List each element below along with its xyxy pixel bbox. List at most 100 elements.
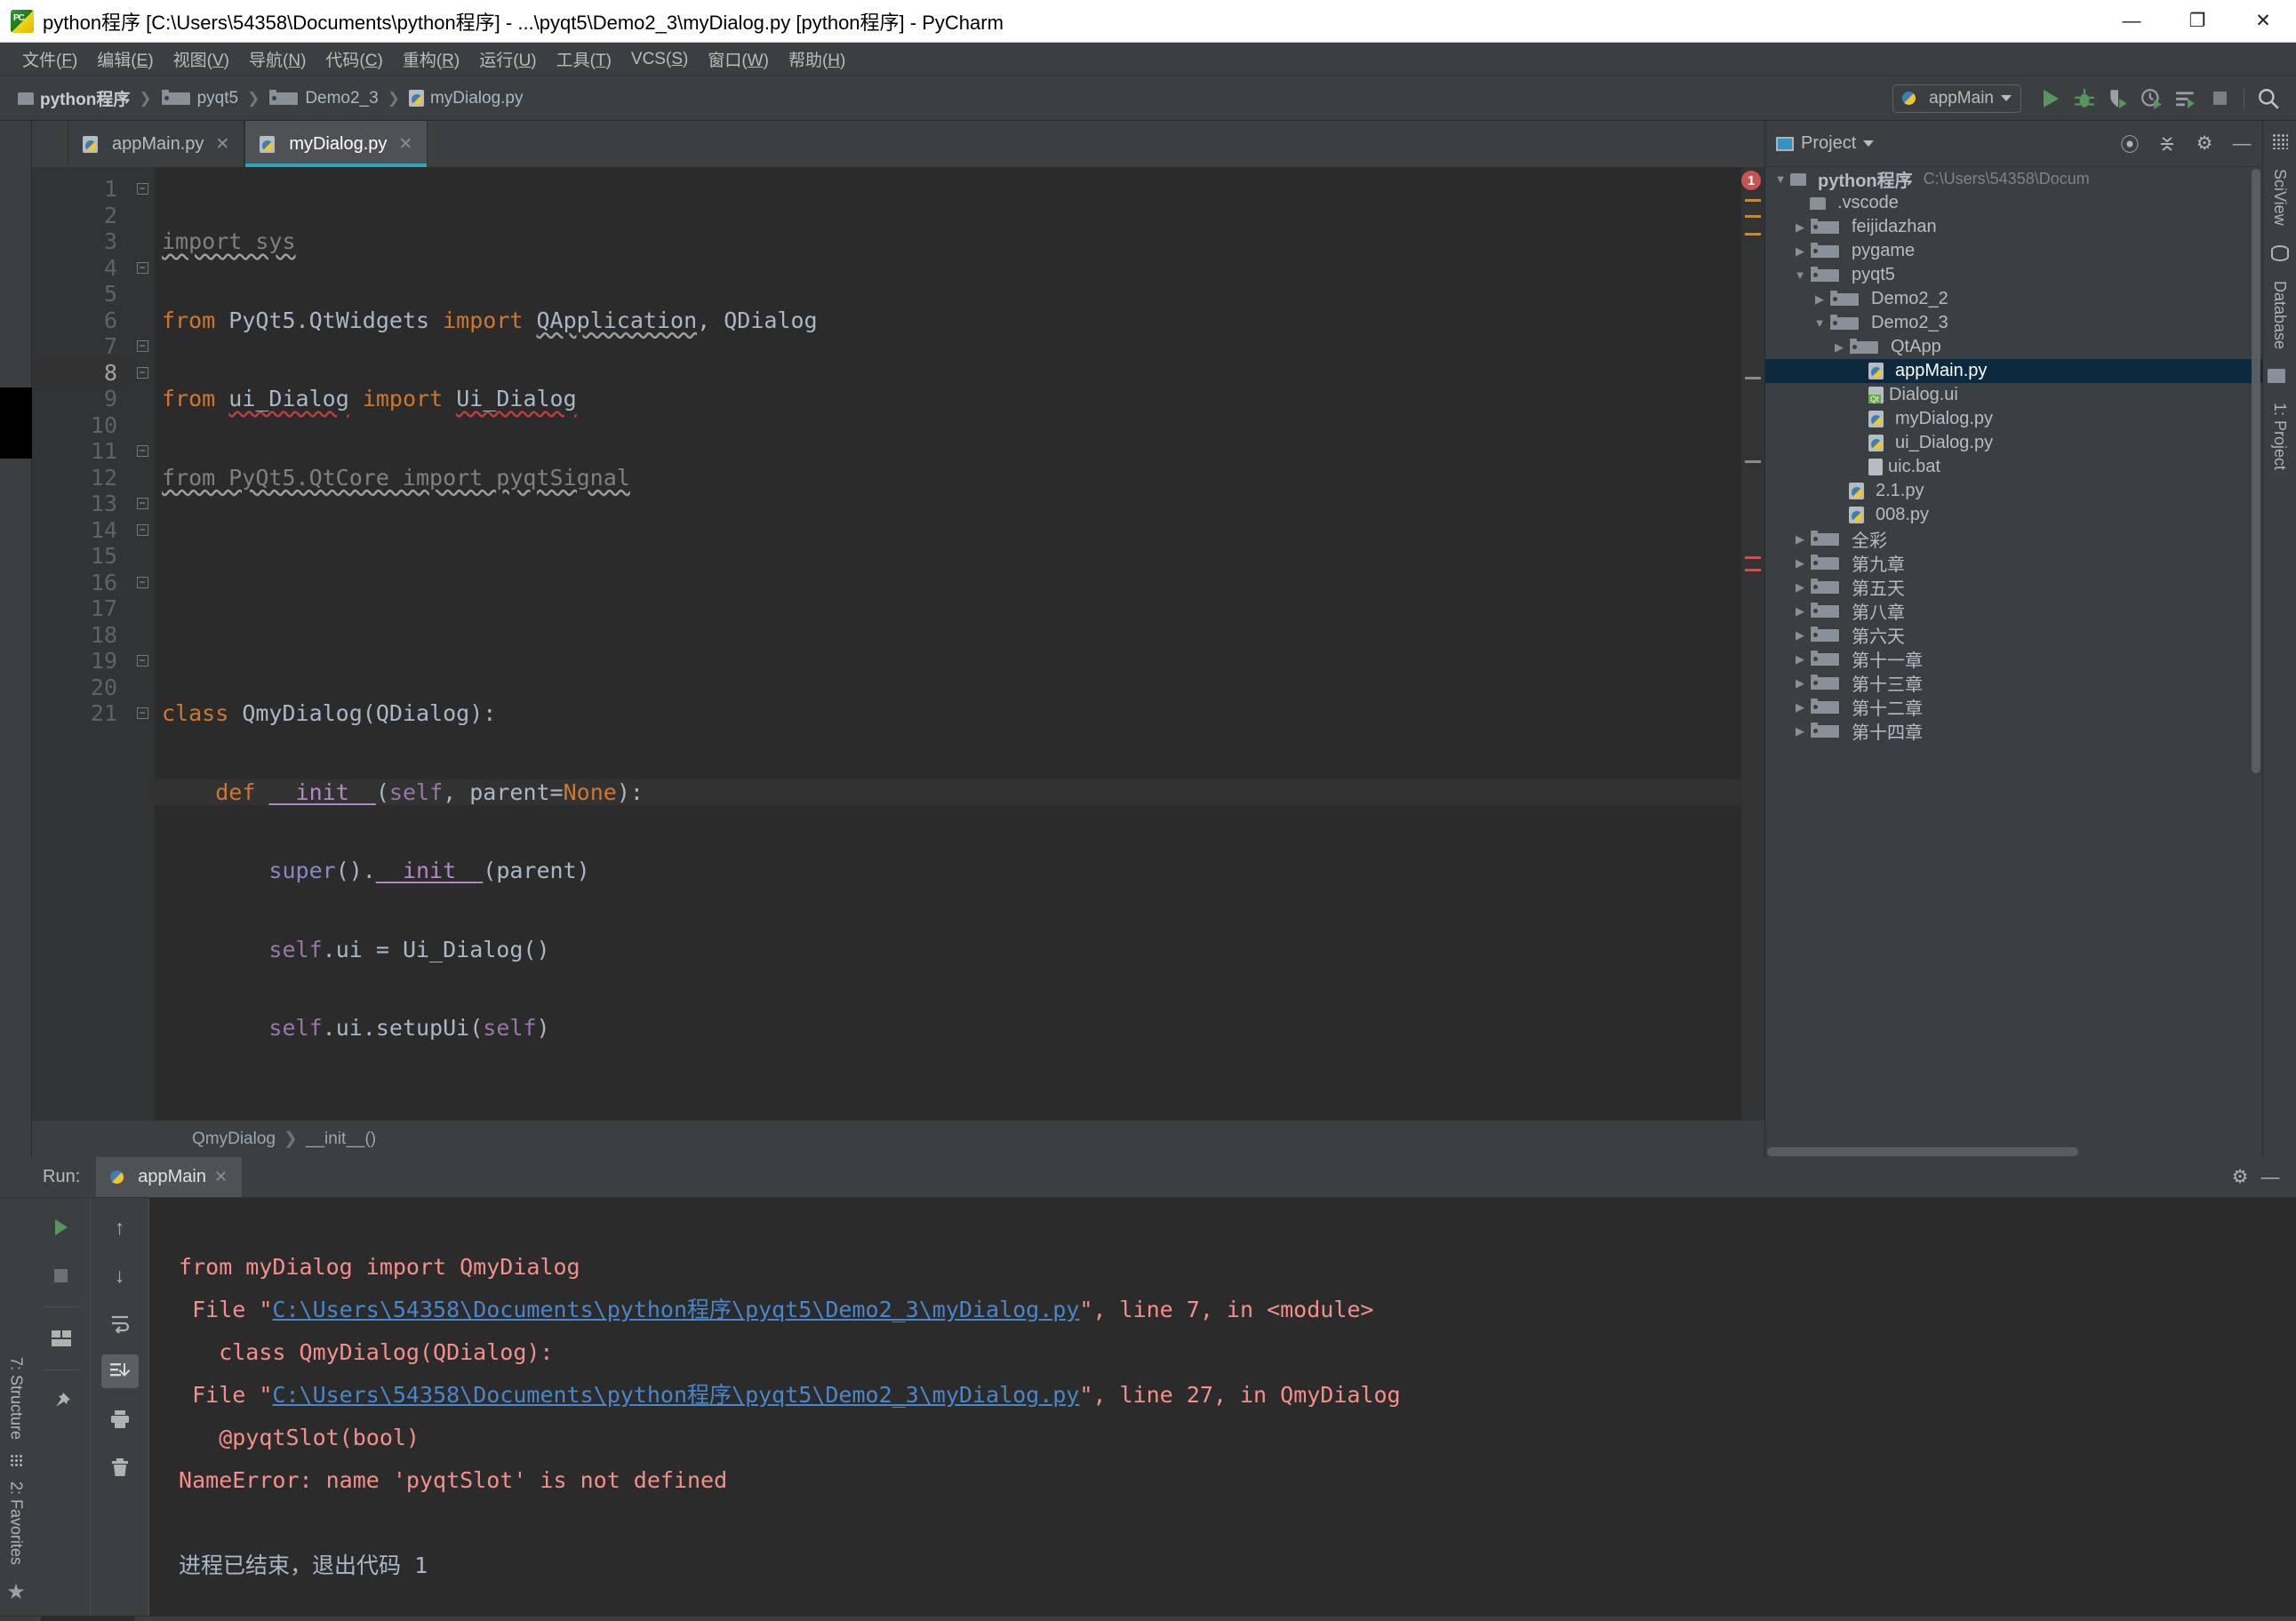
error-marker-bar[interactable]: 1 xyxy=(1741,167,1764,1120)
pin-tab-button[interactable] xyxy=(43,1385,80,1418)
editor-tab-mydialog[interactable]: myDialog.py ✕ xyxy=(244,121,428,167)
chevron-right-icon[interactable]: ▶ xyxy=(1810,292,1829,307)
scroll-to-end-button[interactable] xyxy=(100,1354,139,1388)
tree-item-第十四章[interactable]: ▶ 第十四章 xyxy=(1765,719,2262,743)
sciview-tool-button[interactable]: SciView xyxy=(2270,169,2289,226)
hide-icon[interactable]: — xyxy=(2255,1163,2285,1192)
database-tool-button[interactable]: Database xyxy=(2270,281,2289,349)
tree-item-第六天[interactable]: ▶ 第六天 xyxy=(1765,623,2262,647)
scrollbar-thumb[interactable] xyxy=(1767,1147,2078,1156)
run-configuration-selector[interactable]: appMain xyxy=(1892,84,2021,113)
bottom-tab-python-console[interactable]: Python Console xyxy=(368,1617,540,1621)
tree-item-第十二章[interactable]: ▶ 第十二章 xyxy=(1765,695,2262,719)
chevron-right-icon[interactable]: ▶ xyxy=(1829,340,1849,355)
fold-marker[interactable]: − xyxy=(130,570,155,596)
code-folding-gutter[interactable]: − − − − − − − − − − xyxy=(130,167,155,1120)
fold-collapse-icon[interactable]: − xyxy=(136,498,148,510)
menu-run[interactable]: 运行(U) xyxy=(469,44,546,75)
tree-item-全彩[interactable]: ▶ 全彩 xyxy=(1765,527,2262,551)
warning-marker[interactable] xyxy=(1745,215,1761,218)
menu-navigate[interactable]: 导航(N) xyxy=(239,44,316,75)
fold-collapse-icon[interactable]: − xyxy=(136,340,148,353)
tree-item-008.py[interactable]: 008.py xyxy=(1765,503,2262,527)
tree-item-第八章[interactable]: ▶ 第八章 xyxy=(1765,599,2262,623)
locate-icon[interactable]: ⦿ xyxy=(2115,130,2145,158)
restore-layout-button[interactable] xyxy=(43,1322,80,1355)
editor-breadcrumb-method[interactable]: __init__() xyxy=(306,1130,376,1149)
fold-marker[interactable]: − xyxy=(130,333,155,360)
tree-item-QtApp[interactable]: ▶ QtApp xyxy=(1765,335,2262,359)
stop-button[interactable] xyxy=(2203,84,2236,114)
gear-icon[interactable]: ⚙ xyxy=(2225,1163,2255,1192)
tree-item-.vscode[interactable]: .vscode xyxy=(1765,191,2262,215)
tree-item-Demo2_2[interactable]: ▶ Demo2_2 xyxy=(1765,287,2262,311)
tree-item-pygame[interactable]: ▶ pygame xyxy=(1765,239,2262,263)
fold-collapse-icon[interactable]: − xyxy=(136,707,148,720)
bottom-tab-run[interactable]: ▶ 4: Run xyxy=(41,1617,136,1621)
tree-item-ui_Dialog.py[interactable]: ui_Dialog.py xyxy=(1765,431,2262,455)
maximize-button[interactable]: ❐ xyxy=(2164,0,2230,42)
chevron-right-icon[interactable]: ▶ xyxy=(1790,604,1810,619)
minimize-button[interactable]: — xyxy=(2099,0,2164,42)
fold-marker[interactable]: − xyxy=(130,517,155,544)
tree-item-appMain.py[interactable]: appMain.py xyxy=(1765,359,2262,383)
print-button[interactable] xyxy=(101,1402,139,1436)
chevron-right-icon[interactable]: ▶ xyxy=(1790,676,1810,691)
event-log-button[interactable]: Event Log xyxy=(2172,1617,2296,1621)
menu-vcs[interactable]: VCS(S) xyxy=(621,46,698,73)
editor-breadcrumb-class[interactable]: QmyDialog xyxy=(192,1130,276,1149)
fold-marker[interactable]: − xyxy=(130,648,155,675)
bottom-tab-todo[interactable]: ☰ 6: TODO xyxy=(135,1617,249,1621)
code-area[interactable]: 1 2 3 4 5 6 7 8 9 10 11 12 13 14 15 16 1… xyxy=(32,167,1764,1120)
tree-item-feijidazhan[interactable]: ▶ feijidazhan xyxy=(1765,215,2262,239)
fold-marker[interactable]: − xyxy=(130,255,155,282)
tree-item-2.1.py[interactable]: 2.1.py xyxy=(1765,479,2262,503)
chevron-right-icon[interactable]: ▶ xyxy=(1790,532,1810,547)
project-tree-scrollbar-vertical[interactable] xyxy=(2252,169,2260,773)
console-output[interactable]: from myDialog import QmyDialog File "C:\… xyxy=(149,1198,2296,1616)
chevron-right-icon[interactable]: ▶ xyxy=(1790,556,1810,571)
fold-marker[interactable]: − xyxy=(130,360,155,387)
favorites-tool-button[interactable]: 2: Favorites xyxy=(7,1481,26,1565)
breadcrumb-pyqt5[interactable]: pyqt5 xyxy=(157,87,242,110)
breadcrumb-demo23[interactable]: Demo2_3 xyxy=(265,87,381,110)
chevron-right-icon[interactable]: ▶ xyxy=(1790,580,1810,595)
chevron-down-icon[interactable]: ▼ xyxy=(1790,268,1810,282)
menu-help[interactable]: 帮助(H) xyxy=(779,44,855,75)
fold-collapse-icon[interactable]: − xyxy=(136,183,148,196)
bottom-tab-terminal[interactable]: >_ Terminal xyxy=(249,1617,368,1621)
fold-collapse-icon[interactable]: − xyxy=(136,655,148,667)
menu-code[interactable]: 代码(C) xyxy=(316,44,392,75)
close-button[interactable]: ✕ xyxy=(2230,0,2296,42)
gear-icon[interactable]: ⚙ xyxy=(2189,130,2220,158)
menu-window[interactable]: 窗口(W) xyxy=(698,44,779,75)
menu-file[interactable]: 文件(F) xyxy=(12,44,87,75)
tree-item-Dialog.ui[interactable]: Dialog.ui xyxy=(1765,383,2262,407)
project-panel-title[interactable]: Project xyxy=(1801,133,1856,154)
rerun-button[interactable] xyxy=(43,1210,80,1244)
chevron-down-icon[interactable] xyxy=(1863,140,1875,147)
warning-marker[interactable] xyxy=(1745,233,1761,236)
run-tab-appmain[interactable]: appMain ✕ xyxy=(96,1157,243,1197)
menu-refactor[interactable]: 重构(R) xyxy=(393,44,469,75)
chevron-right-icon[interactable]: ▶ xyxy=(1790,244,1810,259)
project-tree-scrollbar-horizontal[interactable] xyxy=(1765,1146,2262,1157)
tree-item-pyqt5[interactable]: ▼ pyqt5 xyxy=(1765,263,2262,287)
tree-item-第九章[interactable]: ▶ 第九章 xyxy=(1765,551,2262,575)
project-tree[interactable]: ▼ python程序 C:\Users\54358\Docum .vscode ▶ fei… xyxy=(1765,167,2262,1146)
close-icon[interactable]: ✕ xyxy=(215,134,229,155)
tree-item-第十三章[interactable]: ▶ 第十三章 xyxy=(1765,671,2262,695)
clear-all-button[interactable] xyxy=(101,1450,139,1484)
close-icon[interactable]: ✕ xyxy=(398,134,412,155)
console-file-link[interactable]: C:\Users\54358\Documents\python程序\pyqt5\… xyxy=(272,1382,1079,1408)
tree-item-myDialog.py[interactable]: myDialog.py xyxy=(1765,407,2262,431)
chevron-down-icon[interactable]: ▼ xyxy=(1810,316,1829,330)
fold-marker[interactable]: − xyxy=(130,438,155,465)
chevron-right-icon[interactable]: ▶ xyxy=(1790,220,1810,235)
chevron-right-icon[interactable]: ▶ xyxy=(1790,628,1810,643)
fold-marker[interactable]: − xyxy=(130,176,155,203)
tree-item-python程序[interactable]: ▼ python程序 C:\Users\54358\Docum xyxy=(1765,167,2262,191)
breadcrumb-project[interactable]: python程序 xyxy=(14,84,133,112)
fold-collapse-icon[interactable]: − xyxy=(136,576,148,588)
chevron-right-icon[interactable]: ▶ xyxy=(1790,724,1810,739)
